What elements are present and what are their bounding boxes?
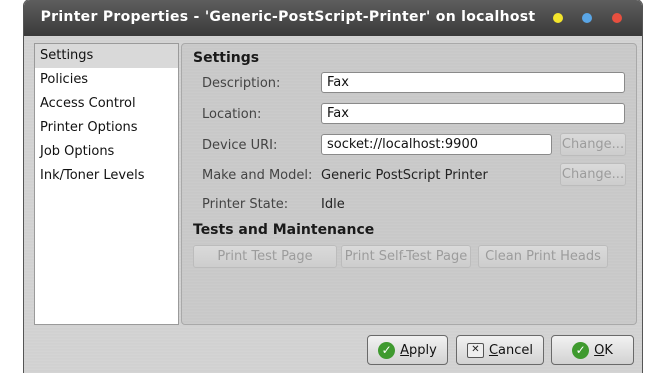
description-label: Description: (202, 76, 281, 91)
settings-heading: Settings (193, 50, 260, 66)
make-model-label: Make and Model: (202, 168, 313, 183)
cancel-icon: ✕ (466, 342, 484, 358)
minimize-icon[interactable] (553, 13, 563, 23)
clean-print-heads-button[interactable]: Clean Print Heads (478, 245, 608, 268)
change-device-uri-button[interactable]: Change... (560, 133, 626, 156)
sidebar-item-policies[interactable]: Policies (35, 68, 178, 92)
cancel-label: Cancel (488, 342, 534, 358)
description-input[interactable] (321, 72, 625, 93)
tests-heading: Tests and Maintenance (193, 222, 375, 238)
change-make-model-button[interactable]: Change... (560, 163, 626, 186)
check-icon: ✓ (378, 341, 396, 359)
title-bar[interactable]: Printer Properties - 'Generic-PostScript… (24, 0, 642, 36)
sidebar: Settings Policies Access Control Printer… (34, 43, 179, 325)
maximize-icon[interactable] (582, 13, 592, 23)
print-self-test-page-button[interactable]: Print Self-Test Page (341, 245, 471, 268)
close-icon[interactable] (612, 13, 622, 23)
settings-panel: Settings Description: Location: Device U… (181, 43, 637, 325)
window-title: Printer Properties - 'Generic-PostScript… (40, 9, 536, 25)
device-uri-input[interactable] (321, 134, 552, 155)
make-model-value: Generic PostScript Printer (321, 168, 488, 183)
apply-button[interactable]: ✓ Apply (367, 335, 448, 365)
sidebar-item-access-control[interactable]: Access Control (35, 92, 178, 116)
printer-state-label: Printer State: (202, 197, 289, 212)
location-input[interactable] (321, 103, 625, 124)
location-label: Location: (202, 107, 262, 122)
ok-label: OK (594, 342, 613, 358)
printer-state-value: Idle (321, 197, 345, 212)
sidebar-item-ink-toner-levels[interactable]: Ink/Toner Levels (35, 164, 178, 188)
device-uri-label: Device URI: (202, 138, 278, 153)
check-icon: ✓ (572, 341, 590, 359)
apply-label: Apply (400, 342, 437, 358)
cancel-button[interactable]: ✕ Cancel (456, 335, 544, 365)
ok-button[interactable]: ✓ OK (551, 335, 634, 365)
print-test-page-button[interactable]: Print Test Page (193, 245, 337, 268)
sidebar-item-settings[interactable]: Settings (35, 44, 178, 68)
printer-properties-window: Printer Properties - 'Generic-PostScript… (24, 0, 642, 373)
sidebar-item-printer-options[interactable]: Printer Options (35, 116, 178, 140)
sidebar-item-job-options[interactable]: Job Options (35, 140, 178, 164)
